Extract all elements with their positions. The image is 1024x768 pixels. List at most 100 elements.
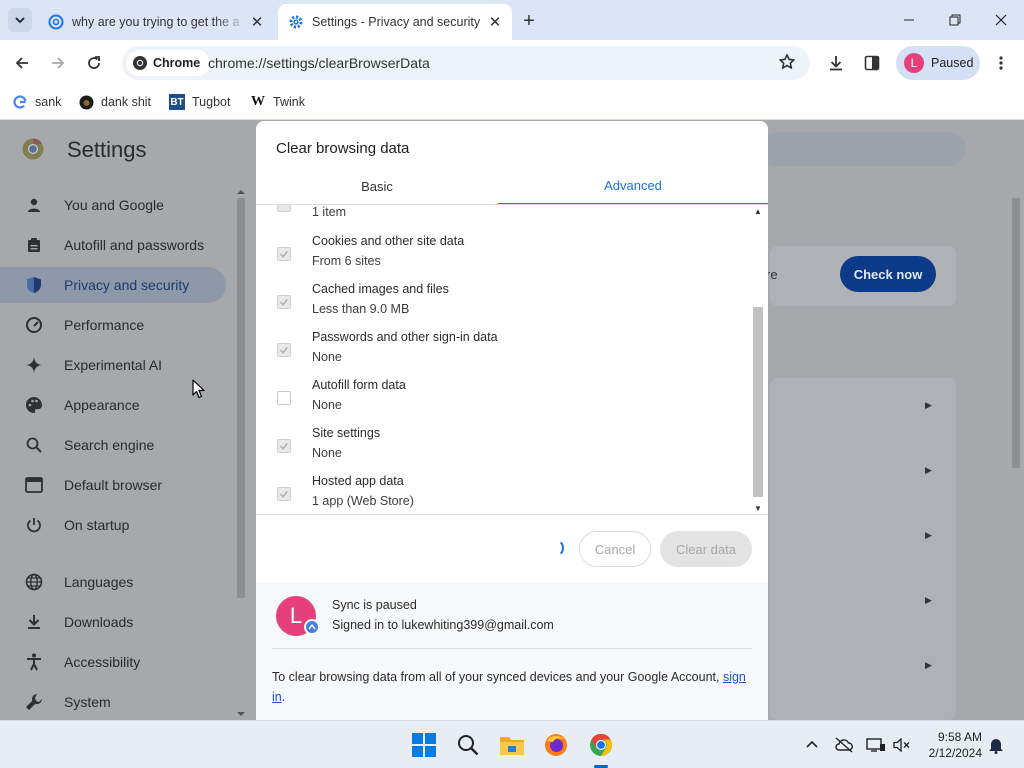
sidebar-item-experimental-ai[interactable]: Experimental AI: [0, 347, 226, 383]
sidebar-item-privacy[interactable]: Privacy and security: [0, 267, 226, 303]
restore-button[interactable]: [932, 0, 978, 40]
side-panel-button[interactable]: [857, 48, 887, 78]
chevron-down-icon: [15, 17, 25, 24]
item-title: Site settings: [312, 426, 381, 440]
checkbox[interactable]: [277, 487, 291, 501]
volume-muted-icon[interactable]: [892, 735, 912, 755]
list-item-partial[interactable]: 1 item: [256, 205, 746, 233]
settings-search-input[interactable]: [760, 132, 966, 166]
checkbox[interactable]: [277, 205, 291, 212]
downloads-button[interactable]: [821, 48, 851, 78]
clipboard-icon: [24, 235, 44, 255]
w-logo-icon: W: [251, 94, 265, 109]
scrollbar-thumb[interactable]: [753, 307, 763, 497]
list-item-cached-images[interactable]: Cached images and files Less than 9.0 MB: [256, 282, 746, 330]
tab-search-result[interactable]: why are you trying to get the a ✕: [38, 4, 274, 40]
sidebar-item-accessibility[interactable]: Accessibility: [0, 644, 226, 680]
system-clock[interactable]: 9:58 AM 2/12/2024: [918, 729, 982, 761]
bookmark-sank[interactable]: sank: [12, 94, 61, 110]
back-button[interactable]: [7, 48, 37, 78]
sidebar-item-you-and-google[interactable]: You and Google: [0, 187, 226, 223]
checkbox[interactable]: [277, 343, 291, 357]
chevron-right-icon[interactable]: ▶: [925, 595, 932, 606]
profile-button[interactable]: L Paused: [896, 46, 980, 80]
side-panel-icon: [864, 55, 880, 71]
tab-settings[interactable]: Settings - Privacy and security ✕: [278, 4, 512, 40]
sidebar-item-on-startup[interactable]: On startup: [0, 507, 226, 543]
checkbox[interactable]: [277, 247, 291, 261]
checkbox[interactable]: [277, 391, 291, 405]
file-explorer-button[interactable]: [496, 729, 528, 761]
list-item-hosted-app-data[interactable]: Hosted app data 1 app (Web Store): [256, 474, 746, 515]
sync-info-message: To clear browsing data from all of your …: [272, 670, 720, 684]
bookmark-tugbot[interactable]: BT Tugbot: [169, 94, 230, 110]
scrollbar-thumb[interactable]: [1012, 198, 1020, 468]
search-icon: [458, 735, 479, 756]
sync-info-period: .: [281, 690, 286, 704]
sidebar-item-label: You and Google: [64, 197, 164, 213]
palette-icon: [24, 395, 44, 415]
cancel-button[interactable]: Cancel: [579, 531, 651, 567]
list-item-autofill[interactable]: Autofill form data None: [256, 378, 746, 426]
close-tab-icon[interactable]: ✕: [486, 13, 504, 31]
close-tab-icon[interactable]: ✕: [248, 13, 266, 31]
forward-button[interactable]: [43, 48, 73, 78]
scroll-up-icon[interactable]: ▲: [754, 207, 762, 216]
sidebar-scrollbar[interactable]: [236, 188, 246, 718]
check-icon: [279, 298, 289, 306]
page-scrollbar[interactable]: [1010, 176, 1022, 716]
list-item-site-settings[interactable]: Site settings None: [256, 426, 746, 474]
search-button[interactable]: [452, 729, 484, 761]
chevron-right-icon[interactable]: ▶: [925, 660, 932, 671]
bookmark-star-icon[interactable]: [778, 53, 796, 71]
start-button[interactable]: [408, 729, 440, 761]
forward-arrow-icon: [52, 57, 65, 69]
minimize-button[interactable]: [886, 0, 932, 40]
bt-logo-icon: BT: [169, 94, 185, 110]
sidebar-item-system[interactable]: System: [0, 684, 226, 720]
sidebar-item-languages[interactable]: Languages: [0, 564, 226, 600]
sync-footer: L Sync is paused Signed in to lukewhitin…: [256, 583, 768, 720]
sidebar-item-performance[interactable]: Performance: [0, 307, 226, 343]
reload-button[interactable]: [79, 48, 109, 78]
tab-strip: why are you trying to get the a ✕ Settin…: [0, 0, 1024, 40]
list-scrollbar[interactable]: ▲ ▼: [752, 205, 764, 515]
checkbox[interactable]: [277, 439, 291, 453]
list-item-cookies[interactable]: Cookies and other site data From 6 sites: [256, 234, 746, 282]
chevron-right-icon[interactable]: ▶: [925, 530, 932, 541]
clear-data-button[interactable]: Clear data: [660, 531, 752, 567]
tab-search-button[interactable]: [8, 8, 32, 32]
checkbox[interactable]: [277, 295, 291, 309]
url-text[interactable]: chrome://settings/clearBrowserData: [208, 55, 430, 71]
chrome-taskbar-button[interactable]: [585, 729, 617, 761]
sidebar-item-search-engine[interactable]: Search engine: [0, 427, 226, 463]
bookmark-twink[interactable]: W Twink: [250, 94, 305, 110]
sidebar-item-label: Default browser: [64, 477, 163, 493]
new-tab-button[interactable]: +: [518, 10, 540, 32]
google-icon: [12, 94, 28, 110]
search-icon: [24, 435, 44, 455]
check-now-button[interactable]: Check now: [840, 256, 936, 292]
close-window-button[interactable]: [978, 0, 1024, 40]
tab-basic[interactable]: Basic: [256, 167, 498, 205]
bookmark-favicon-icon: [78, 94, 94, 110]
notification-bell-icon[interactable]: [986, 735, 1006, 755]
site-info-chip[interactable]: Chrome: [126, 50, 211, 76]
network-icon[interactable]: [866, 735, 886, 755]
scroll-down-icon[interactable]: ▼: [754, 504, 762, 513]
menu-button[interactable]: [986, 48, 1016, 78]
address-bar[interactable]: Chrome chrome://settings/clearBrowserDat…: [122, 46, 810, 80]
chevron-right-icon[interactable]: ▶: [925, 400, 932, 411]
list-item-passwords[interactable]: Passwords and other sign-in data None: [256, 330, 746, 378]
show-hidden-icons-button[interactable]: [802, 735, 822, 755]
sidebar-item-downloads[interactable]: Downloads: [0, 604, 226, 640]
bookmark-dank-shit[interactable]: dank shit: [78, 94, 151, 110]
tab-advanced[interactable]: Advanced: [498, 167, 768, 205]
chevron-right-icon[interactable]: ▶: [925, 465, 932, 476]
chevron-up-icon: [806, 740, 818, 748]
sidebar-item-autofill[interactable]: Autofill and passwords: [0, 227, 226, 263]
cloud-offline-icon[interactable]: [834, 735, 854, 755]
firefox-button[interactable]: [540, 729, 572, 761]
sidebar-item-default-browser[interactable]: Default browser: [0, 467, 226, 503]
firefox-icon: [545, 734, 567, 756]
